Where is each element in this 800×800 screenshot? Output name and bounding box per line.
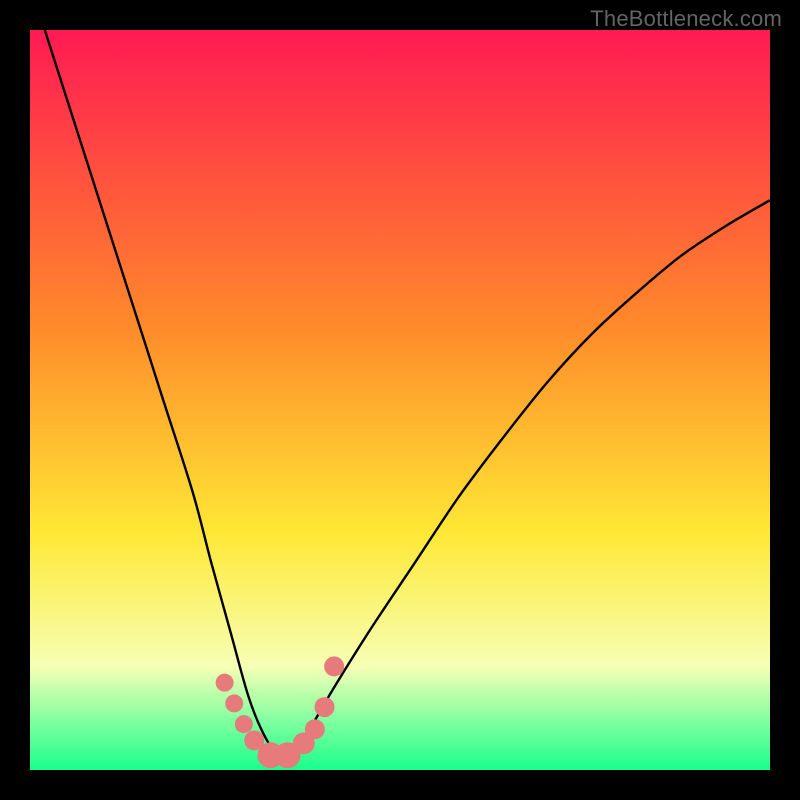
marker-dot — [225, 694, 243, 712]
watermark-text: TheBottleneck.com — [590, 6, 782, 32]
bottleneck-chart-svg — [30, 30, 770, 770]
marker-dot — [216, 674, 234, 692]
marker-dot — [305, 719, 325, 739]
marker-dot — [324, 656, 344, 676]
marker-dot — [315, 697, 335, 717]
marker-dot — [235, 715, 253, 733]
plot-area — [30, 30, 770, 770]
heat-gradient-bg — [30, 30, 770, 770]
chart-frame: TheBottleneck.com — [0, 0, 800, 800]
